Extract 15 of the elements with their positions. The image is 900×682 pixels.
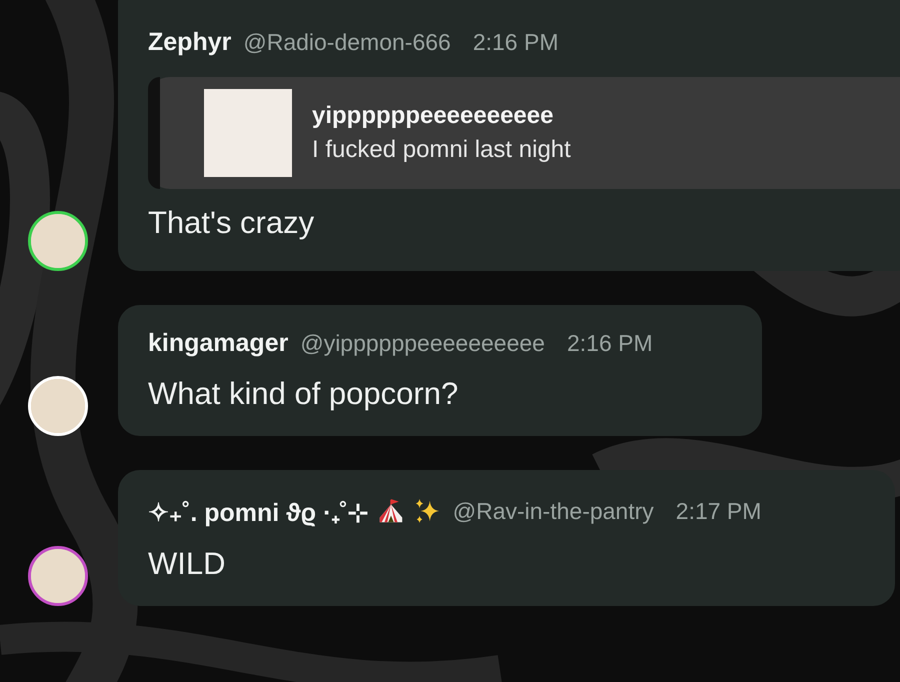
quoted-text: I fucked pomni last night (312, 136, 571, 164)
username[interactable]: ✧₊˚. pomni ϑϱ ·₊˚⊹ (148, 494, 369, 528)
message-text: WILD (148, 546, 226, 582)
user-handle[interactable]: @yippppppeeeeeeeeee (300, 330, 545, 357)
message-text: That's crazy (148, 205, 316, 241)
username[interactable]: kingamager (148, 329, 288, 358)
user-handle[interactable]: @Rav-in-the-pantry (452, 498, 654, 524)
quoted-author: yippppppeeeeeeeeee (312, 102, 554, 130)
username[interactable]: Zephyr (148, 28, 232, 57)
message-text: What kind of popcorn? (148, 376, 460, 412)
user-handle[interactable]: @Radio-demon-666 (243, 29, 451, 56)
timestamp: 2:16 PM (566, 330, 653, 357)
timestamp: 2:16 PM (472, 29, 558, 56)
timestamp: 2:17 PM (676, 498, 762, 524)
quoted-message[interactable]: yippppppeeeeeeeeee I fucked pomni last night (148, 77, 900, 189)
